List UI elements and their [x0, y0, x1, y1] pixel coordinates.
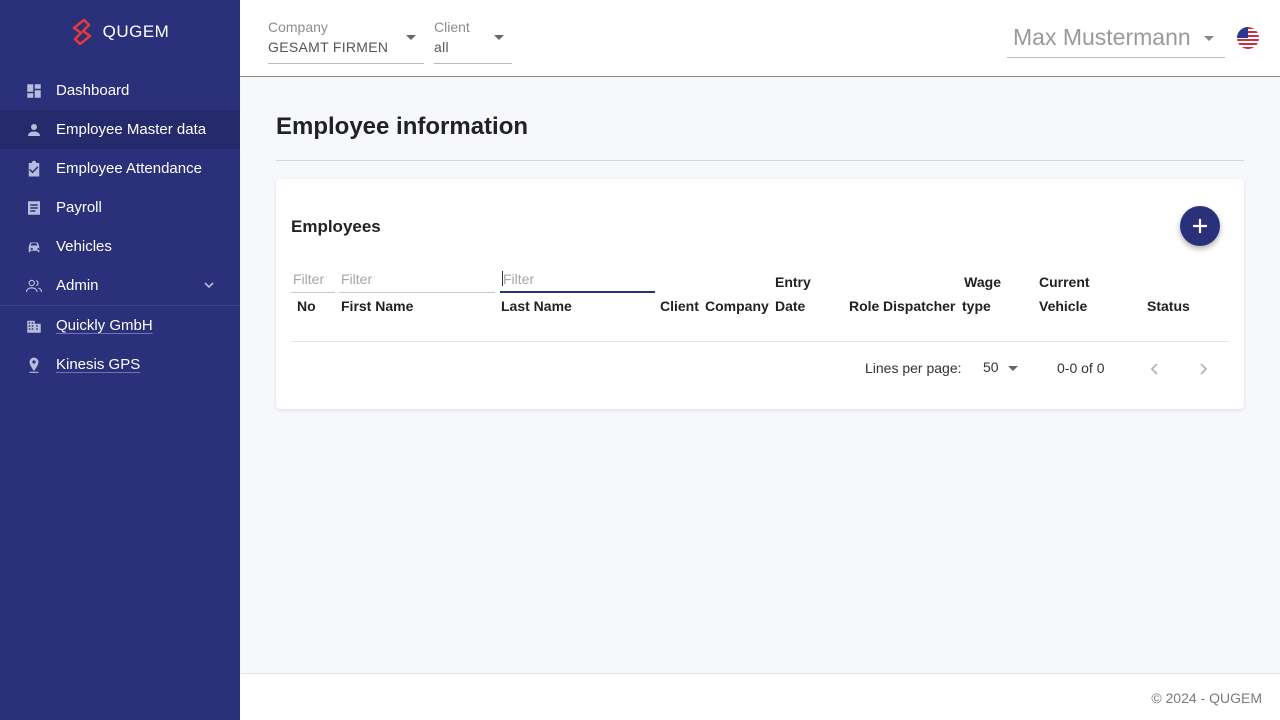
column-header-company[interactable]: Company [705, 294, 769, 318]
user-menu[interactable]: Max Mustermann [1007, 18, 1225, 58]
previous-page-button[interactable] [1145, 359, 1165, 379]
column-header-status[interactable]: Status [1147, 294, 1190, 318]
client-select-label: Client [434, 19, 470, 35]
company-select-label: Company [268, 19, 328, 35]
dropdown-arrow-icon [1008, 366, 1018, 371]
sidebar-item-dashboard[interactable]: Dashboard [0, 71, 240, 110]
filter-placeholder: Filter [293, 271, 325, 287]
pin-icon [24, 355, 44, 375]
qugem-logo-icon [71, 18, 93, 46]
column-header-entry-date[interactable]: Entry Date [775, 270, 811, 318]
sidebar-item-vehicles[interactable]: Vehicles [0, 227, 240, 266]
dropdown-arrow-icon [406, 35, 416, 40]
sidebar-item-label: Employee Attendance [56, 160, 202, 177]
title-divider [276, 160, 1244, 161]
sidebar-item-label: Payroll [56, 199, 102, 216]
user-name: Max Mustermann [1013, 24, 1191, 50]
car-icon [24, 237, 44, 257]
chevron-right-icon [1200, 363, 1208, 375]
footer-copyright: © 2024 - QUGEM [1151, 690, 1262, 706]
chevron-left-icon [1150, 363, 1158, 375]
lines-per-page-label: Lines per page: [865, 360, 962, 376]
building-icon [24, 316, 44, 336]
topbar: Company GESAMT FIRMEN Client all Max Mus… [240, 0, 1280, 77]
brand-name: QUGEM [102, 22, 170, 41]
filter-placeholder: Filter [341, 271, 373, 287]
employees-card: Employees Filter Filter Filter No First … [276, 179, 1244, 409]
sidebar-item-label: Vehicles [56, 238, 112, 255]
filter-no-input[interactable]: Filter [291, 266, 335, 293]
column-header-no[interactable]: No [297, 294, 316, 318]
sidebar-item-payroll[interactable]: Payroll [0, 188, 240, 227]
client-select-value: all [434, 39, 449, 55]
person-icon [24, 120, 44, 140]
sidebar-item-label: Quickly GmbH [56, 317, 153, 334]
card-title: Employees [291, 217, 381, 236]
list-icon [24, 198, 44, 218]
column-header-last-name[interactable]: Last Name [501, 294, 572, 318]
column-header-client[interactable]: Client [660, 294, 699, 318]
dropdown-arrow-icon [494, 35, 504, 40]
column-header-wage-type[interactable]: Wage type [962, 270, 1001, 318]
filter-placeholder: Filter [503, 271, 535, 287]
column-header-first-name[interactable]: First Name [341, 294, 413, 318]
sidebar-item-employee-master-data[interactable]: Employee Master data [0, 110, 240, 149]
sidebar-item-quickly-gmbh[interactable]: Quickly GmbH [0, 306, 240, 345]
sidebar-item-label: Kinesis GPS [56, 356, 141, 373]
sidebar: QUGEM Dashboard Employee Master data Emp… [0, 0, 240, 720]
plus-icon [1193, 219, 1207, 233]
clipboard-check-icon [24, 159, 44, 179]
company-select[interactable]: Company GESAMT FIRMEN [268, 16, 424, 64]
company-select-value: GESAMT FIRMEN [268, 39, 389, 55]
sidebar-nav: Dashboard Employee Master data Employee … [0, 71, 240, 384]
client-select[interactable]: Client all [434, 16, 512, 64]
lines-per-page-value: 50 [983, 359, 999, 375]
sidebar-item-label: Dashboard [56, 82, 130, 99]
us-flag-icon[interactable] [1237, 27, 1259, 49]
brand[interactable]: QUGEM [0, 0, 240, 64]
sidebar-item-admin[interactable]: Admin [0, 266, 240, 305]
sidebar-item-employee-attendance[interactable]: Employee Attendance [0, 149, 240, 188]
chevron-down-icon[interactable] [202, 278, 216, 292]
dropdown-arrow-icon [1204, 36, 1214, 41]
page-title: Employee information [276, 113, 529, 140]
column-header-dispatcher[interactable]: Dispatcher [883, 294, 955, 318]
next-page-button[interactable] [1193, 359, 1213, 379]
column-header-current-vehicle[interactable]: Current Vehicle [1039, 270, 1090, 318]
pagination-range: 0-0 of 0 [1057, 360, 1105, 376]
footer: © 2024 - QUGEM [240, 673, 1280, 720]
sidebar-item-label: Employee Master data [56, 121, 207, 138]
dashboard-icon [24, 81, 44, 101]
column-header-role[interactable]: Role [849, 294, 879, 318]
users-icon [24, 276, 44, 296]
filter-last-name-input[interactable]: Filter [500, 266, 655, 293]
filter-first-name-input[interactable]: Filter [339, 266, 495, 293]
sidebar-item-label: Admin [56, 277, 99, 294]
sidebar-item-kinesis-gps[interactable]: Kinesis GPS [0, 345, 240, 384]
table-divider [291, 341, 1229, 342]
add-employee-button[interactable] [1180, 206, 1220, 246]
lines-per-page-select[interactable]: 50 [983, 359, 1018, 375]
